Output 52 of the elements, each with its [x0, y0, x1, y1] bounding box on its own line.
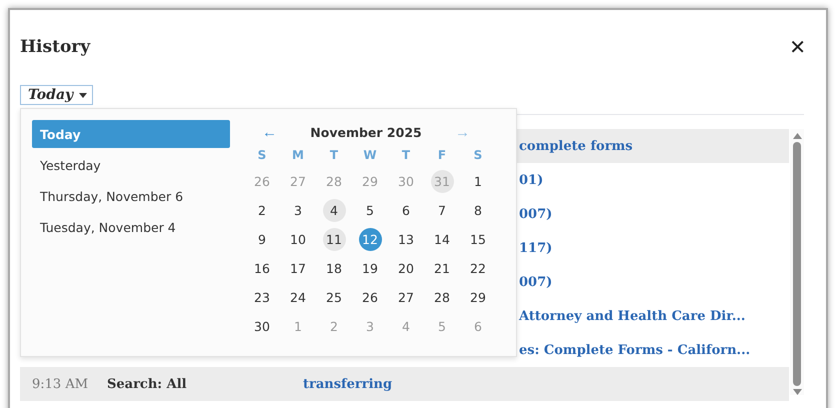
search-label: Search: All — [107, 376, 188, 392]
calendar-day[interactable]: 13 — [394, 228, 418, 251]
date-preset-item[interactable]: Thursday, November 6 — [32, 182, 230, 210]
calendar-day[interactable]: 2 — [250, 199, 274, 222]
calendar-day[interactable]: 27 — [394, 286, 418, 309]
calendar-day[interactable]: 3 — [286, 199, 310, 222]
calendar-day[interactable]: 16 — [250, 257, 274, 280]
calendar-day[interactable]: 19 — [358, 257, 382, 280]
calendar-day[interactable]: 29 — [466, 286, 490, 309]
calendar-day[interactable]: 17 — [286, 257, 310, 280]
calendar-day[interactable]: 4 — [322, 199, 346, 222]
calendar-day[interactable]: 26 — [358, 286, 382, 309]
weekday-label: S — [256, 147, 268, 164]
time-text: 9:13 AM — [31, 376, 90, 392]
month-title: November 2025 — [310, 124, 422, 140]
calendar-day[interactable]: 24 — [286, 286, 310, 309]
scrollbar[interactable] — [790, 129, 804, 395]
scroll-thumb[interactable] — [793, 142, 801, 386]
calendar-day[interactable]: 7 — [430, 199, 454, 222]
scroll-up-icon[interactable] — [792, 133, 802, 139]
date-preset-item[interactable]: Yesterday — [32, 151, 230, 179]
weekday-label: W — [362, 147, 378, 164]
window-title: History — [20, 37, 90, 57]
date-dropdown[interactable]: Today — [20, 85, 94, 105]
calendar-day[interactable]: 28 — [430, 286, 454, 309]
date-preset-item[interactable]: Tuesday, November 4 — [32, 213, 230, 241]
previous-month-button[interactable]: ← — [262, 124, 277, 140]
calendar-day[interactable]: 30 — [250, 315, 274, 338]
weekday-label: T — [328, 147, 340, 164]
caret-icon — [79, 92, 88, 98]
calendar-day[interactable]: 10 — [286, 228, 310, 251]
calendar-day[interactable]: 15 — [466, 228, 490, 251]
weekday-label: T — [400, 147, 412, 164]
calendar-day[interactable]: 14 — [430, 228, 454, 251]
calendar-day[interactable]: 8 — [466, 199, 490, 222]
weekday-label: M — [291, 147, 305, 164]
history-link[interactable]: transferring — [303, 376, 392, 392]
calendar-day[interactable]: 20 — [394, 257, 418, 280]
weekday-label: S — [472, 147, 484, 164]
calendar-day[interactable]: 1 — [466, 170, 490, 193]
calendar-day[interactable]: 11 — [322, 228, 346, 251]
calendar-day[interactable]: 5 — [358, 199, 382, 222]
calendar-day[interactable]: 21 — [430, 257, 454, 280]
calendar-day[interactable]: 9 — [250, 228, 274, 251]
calendar-day[interactable]: 18 — [322, 257, 346, 280]
weekday-label: F — [436, 147, 448, 164]
scroll-down-icon[interactable] — [792, 389, 802, 395]
calendar-day[interactable]: 6 — [394, 199, 418, 222]
calendar-day[interactable]: 23 — [250, 286, 274, 309]
close-button[interactable]: ✕ — [789, 35, 806, 59]
calendar-day[interactable]: 25 — [322, 286, 346, 309]
calendar-day[interactable]: 22 — [466, 257, 490, 280]
